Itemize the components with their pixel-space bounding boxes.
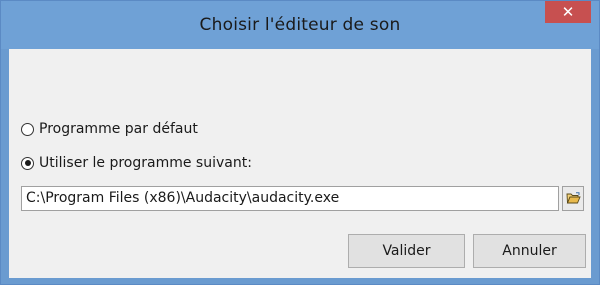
close-button[interactable]: ✕ <box>545 1 591 23</box>
custom-program-label: Utiliser le programme suivant: <box>39 155 252 171</box>
folder-open-icon <box>566 192 581 204</box>
cancel-button[interactable]: Annuler <box>473 234 586 268</box>
ok-button[interactable]: Valider <box>348 234 465 268</box>
browse-button[interactable] <box>562 186 584 211</box>
title-bar[interactable]: Choisir l'éditeur de son ✕ <box>1 1 599 49</box>
close-icon: ✕ <box>561 3 575 21</box>
dialog-body: Programme par défaut Utiliser le program… <box>9 49 591 278</box>
custom-program-option[interactable]: Utiliser le programme suivant: <box>21 155 252 171</box>
dialog-window: Choisir l'éditeur de son ✕ Programme par… <box>0 0 600 285</box>
program-path-input[interactable]: C:\Program Files (x86)\Audacity\audacity… <box>21 186 559 211</box>
dialog-title: Choisir l'éditeur de son <box>199 15 401 35</box>
custom-program-radio[interactable] <box>21 156 34 170</box>
default-program-option[interactable]: Programme par défaut <box>21 121 198 137</box>
default-program-radio[interactable] <box>21 122 34 136</box>
default-program-label: Programme par défaut <box>39 121 198 137</box>
